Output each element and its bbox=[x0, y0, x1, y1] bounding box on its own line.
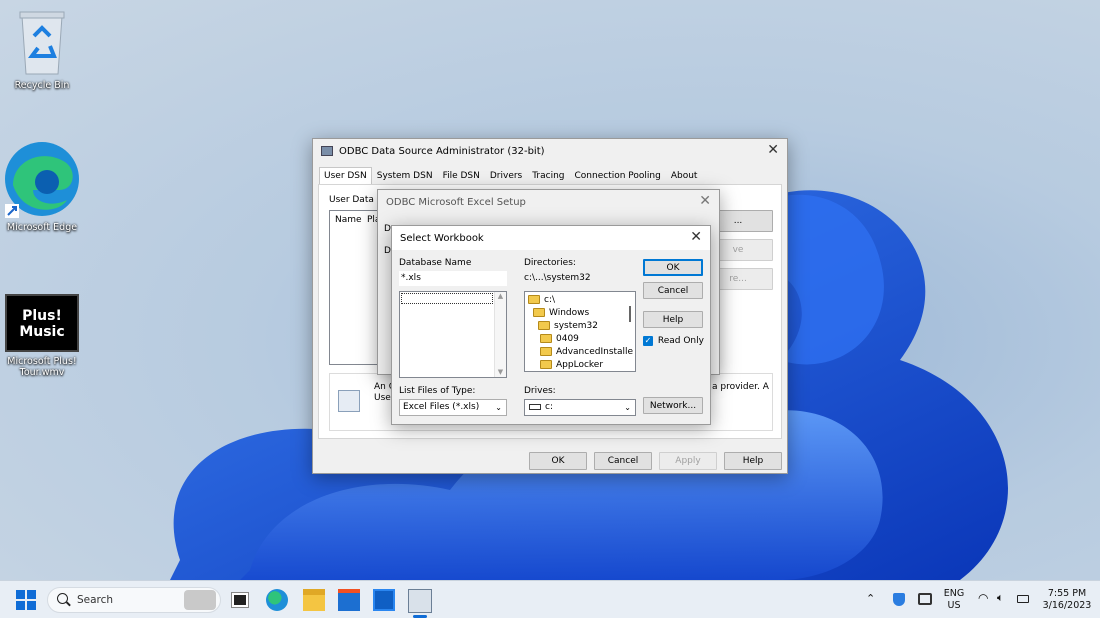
drives-label: Drives: bbox=[524, 386, 556, 396]
help-button[interactable]: Help bbox=[724, 452, 782, 470]
odbc-taskbar-icon[interactable] bbox=[408, 589, 432, 613]
scrollbar-thumb[interactable] bbox=[629, 306, 631, 322]
recycle-bin-icon bbox=[16, 8, 68, 76]
drives-select[interactable]: c: ⌄ bbox=[524, 399, 636, 416]
close-icon[interactable]: ✕ bbox=[767, 143, 779, 157]
ok-button[interactable]: OK bbox=[529, 452, 587, 470]
list-files-of-type-label: List Files of Type: bbox=[399, 386, 476, 396]
scroll-up-icon[interactable]: ▲ bbox=[495, 292, 506, 300]
tab-strip: User DSN System DSN File DSN Drivers Tracing… bbox=[319, 167, 702, 185]
directory-item[interactable]: AppLocker bbox=[528, 359, 635, 371]
list-focus-item[interactable] bbox=[401, 293, 493, 304]
language-indicator[interactable]: ENG US bbox=[942, 588, 966, 612]
chevron-down-icon: ⌄ bbox=[495, 403, 502, 412]
odbc-admin-titlebar[interactable]: ODBC Data Source Administrator (32-bit) bbox=[313, 139, 787, 163]
task-view-icon[interactable] bbox=[231, 592, 249, 608]
folder-icon bbox=[540, 334, 552, 343]
search-icon-handle bbox=[66, 601, 71, 607]
search-placeholder: Search bbox=[77, 594, 114, 606]
info-text-right: a provider. A bbox=[712, 382, 769, 392]
database-name-label: Database Name bbox=[399, 258, 472, 268]
column-header-name[interactable]: Name bbox=[335, 215, 362, 225]
apply-button[interactable]: Apply bbox=[659, 452, 717, 470]
tab-system-dsn[interactable]: System DSN bbox=[372, 167, 438, 185]
directory-item[interactable]: c:\ bbox=[528, 294, 635, 307]
open-folder-icon bbox=[538, 321, 550, 330]
close-icon[interactable]: ✕ bbox=[699, 194, 711, 208]
file-type-select[interactable]: Excel Files (*.xls) ⌄ bbox=[399, 399, 507, 416]
drive-value: c: bbox=[545, 402, 553, 412]
desktop-icon-plus-tour[interactable]: Plus! Music Microsoft Plus! Tour.wmv bbox=[2, 294, 82, 378]
open-folder-icon bbox=[528, 295, 540, 304]
plus-music-thumbnail-text: Plus! Music bbox=[19, 308, 65, 340]
select-workbook-dialog: Select Workbook ✕ Database Name *.xls ▲ … bbox=[391, 225, 711, 425]
desktop-icon-recycle-bin[interactable]: Recycle Bin bbox=[2, 8, 82, 91]
window-title: ODBC Microsoft Excel Setup bbox=[386, 196, 526, 208]
select-workbook-titlebar[interactable]: Select Workbook bbox=[392, 226, 710, 250]
battery-icon[interactable] bbox=[1017, 595, 1029, 603]
file-type-value: Excel Files (*.xls) bbox=[403, 402, 480, 412]
cancel-button[interactable]: Cancel bbox=[643, 282, 703, 299]
desktop-icon-microsoft-edge[interactable]: Microsoft Edge bbox=[2, 140, 82, 233]
folder-icon bbox=[540, 347, 552, 356]
directory-item[interactable]: system32 bbox=[528, 320, 635, 333]
language-code: ENG bbox=[943, 588, 965, 599]
wifi-icon[interactable]: ◠ bbox=[978, 592, 988, 604]
tab-tracing[interactable]: Tracing bbox=[527, 167, 569, 185]
region-code: US bbox=[947, 600, 961, 611]
taskbar: Search ⌃ ENG US ◠ 🔈︎ 7:55 PM 3/16/2023 bbox=[0, 580, 1100, 618]
directory-item[interactable]: AdvancedInstalle bbox=[528, 346, 635, 359]
tab-about[interactable]: About bbox=[666, 167, 703, 185]
folder-icon bbox=[540, 360, 552, 369]
windows-start-icon[interactable] bbox=[16, 590, 36, 610]
edge-taskbar-icon[interactable] bbox=[266, 589, 288, 611]
tab-user-dsn[interactable]: User DSN bbox=[319, 167, 372, 185]
microsoft-store-icon[interactable] bbox=[338, 589, 360, 611]
current-directory-text: c:\...\system32 bbox=[524, 273, 591, 283]
tab-file-dsn[interactable]: File DSN bbox=[438, 167, 485, 185]
date-text: 3/16/2023 bbox=[1042, 600, 1092, 611]
chevron-down-icon: ⌄ bbox=[624, 403, 631, 412]
ok-button[interactable]: OK bbox=[643, 259, 703, 276]
desktop-icon-label: Recycle Bin bbox=[14, 80, 70, 91]
file-explorer-icon[interactable] bbox=[303, 589, 325, 611]
open-folder-icon bbox=[533, 308, 545, 317]
directory-item[interactable]: 0409 bbox=[528, 333, 635, 346]
read-only-checkbox[interactable]: ✓ Read Only bbox=[643, 336, 704, 347]
chevron-up-icon[interactable]: ⌃ bbox=[866, 593, 875, 605]
security-icon[interactable] bbox=[893, 593, 905, 606]
odbc-app-icon bbox=[321, 146, 333, 156]
close-icon[interactable]: ✕ bbox=[690, 230, 702, 244]
tab-connection-pooling[interactable]: Connection Pooling bbox=[570, 167, 666, 185]
odbc-info-icon bbox=[338, 390, 360, 412]
window-title: Select Workbook bbox=[400, 232, 484, 244]
search-box[interactable]: Search bbox=[47, 587, 221, 613]
scrollbar[interactable]: ▲ ▼ bbox=[494, 292, 506, 377]
video-file-icon: Plus! Music bbox=[5, 294, 79, 352]
edge-icon bbox=[3, 140, 81, 218]
desktop-icon-label: Microsoft Plus! Tour.wmv bbox=[7, 356, 77, 378]
cancel-button[interactable]: Cancel bbox=[594, 452, 652, 470]
time-text: 7:55 PM bbox=[1047, 588, 1087, 599]
search-highlight-icon bbox=[184, 590, 216, 610]
network-status-icon[interactable] bbox=[918, 593, 932, 605]
help-button[interactable]: Help bbox=[643, 311, 703, 328]
excel-setup-titlebar[interactable]: ODBC Microsoft Excel Setup bbox=[378, 190, 719, 214]
checkmark-icon[interactable]: ✓ bbox=[643, 336, 653, 346]
directory-item[interactable]: Windows bbox=[528, 307, 635, 320]
database-name-input[interactable]: *.xls bbox=[399, 271, 507, 286]
directories-label: Directories: bbox=[524, 258, 576, 268]
scroll-down-icon[interactable]: ▼ bbox=[495, 368, 506, 376]
drive-icon bbox=[529, 403, 541, 410]
directory-tree[interactable]: c:\ Windows system32 0409 AdvancedInstal… bbox=[524, 291, 636, 372]
window-title: ODBC Data Source Administrator (32-bit) bbox=[339, 145, 545, 157]
read-only-label: Read Only bbox=[657, 336, 704, 346]
mail-icon[interactable] bbox=[373, 589, 395, 611]
volume-icon[interactable]: 🔈︎ bbox=[997, 592, 1004, 604]
clock[interactable]: 7:55 PM 3/16/2023 bbox=[1040, 588, 1094, 612]
workbook-file-list[interactable]: ▲ ▼ bbox=[399, 291, 507, 378]
network-button[interactable]: Network... bbox=[643, 397, 703, 414]
desktop-icon-label: Microsoft Edge bbox=[6, 222, 78, 233]
tab-drivers[interactable]: Drivers bbox=[485, 167, 527, 185]
